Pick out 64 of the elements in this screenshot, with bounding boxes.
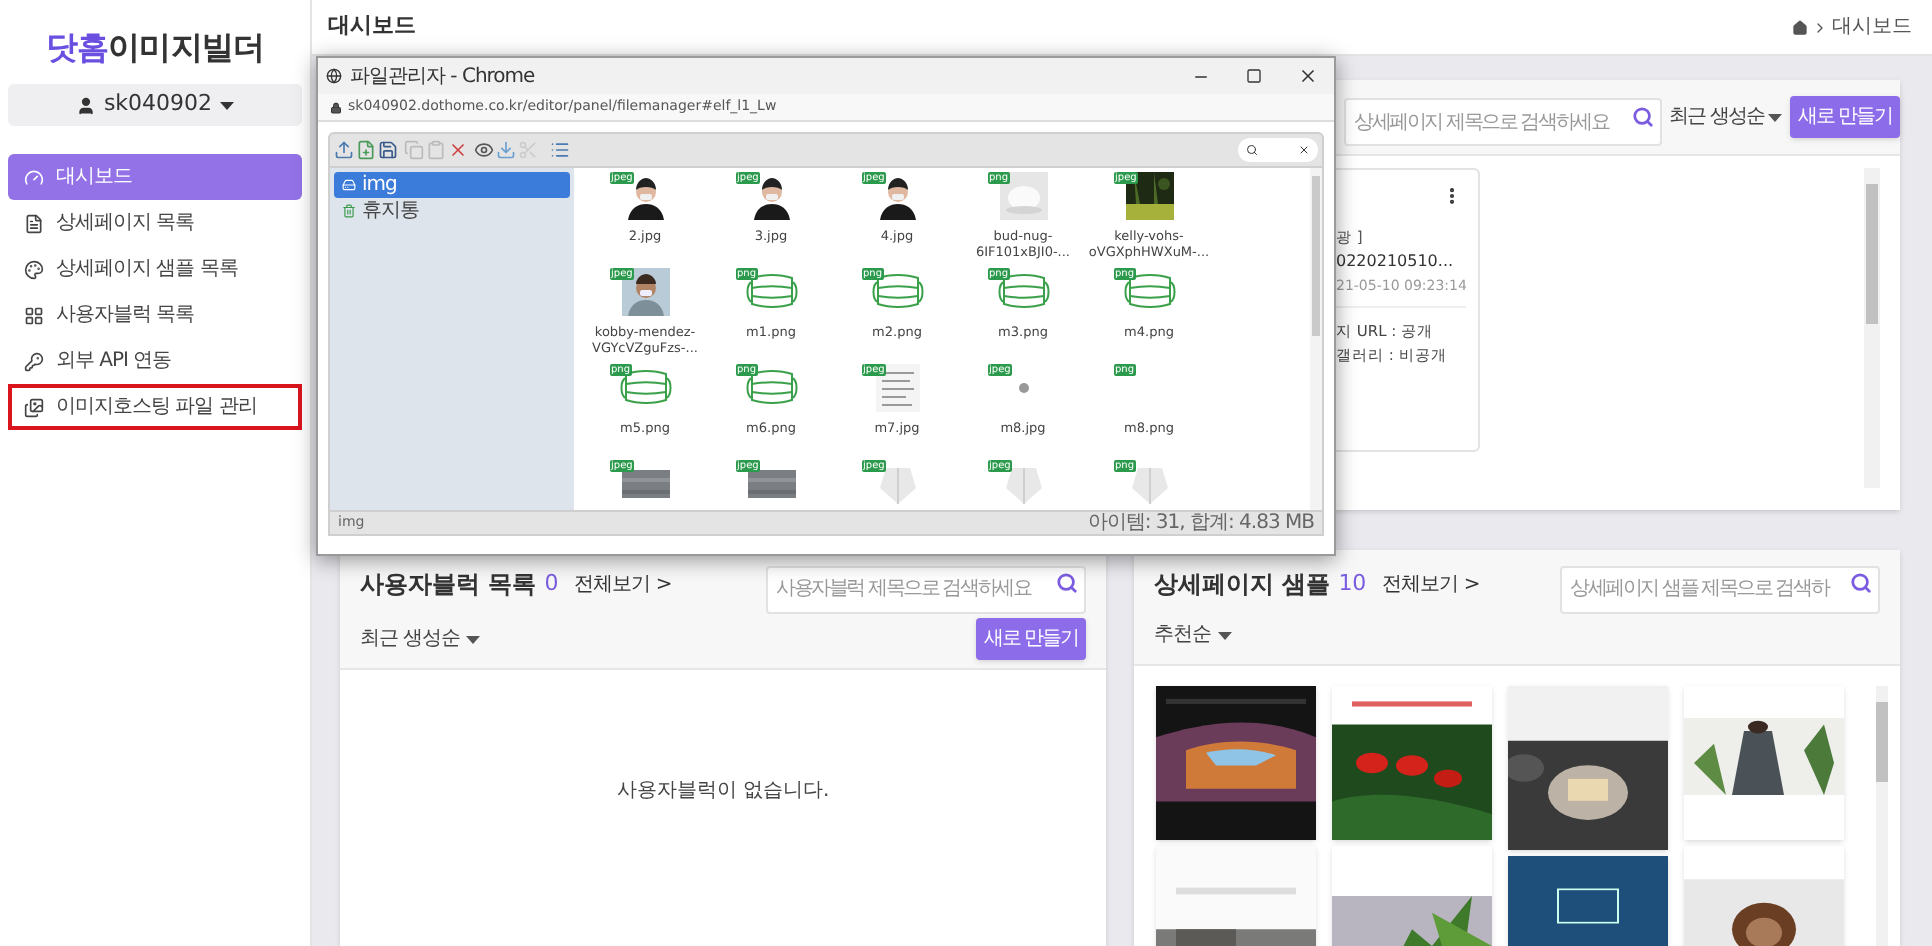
nav-item[interactable]: 상세페이지 목록 [8,200,302,246]
scrollbar[interactable] [1876,686,1888,946]
key-icon [24,351,44,371]
count-text: 10 [1338,567,1367,600]
nav-item[interactable]: 대시보드 [8,154,302,200]
empty-message: 사용자블럭이 없습니다. [616,777,830,805]
view-list-icon[interactable] [550,140,570,160]
gauge-icon [24,167,44,187]
search-field[interactable]: 상세페이지 제목으로 검색하세요 [1344,98,1662,146]
home-icon[interactable] [1792,19,1808,35]
search-icon [1056,572,1078,594]
sort-dropdown[interactable]: 최근 생성순 [1669,102,1782,132]
file-search-field[interactable] [1238,138,1318,162]
card-text: 0220210510... [1336,250,1454,274]
nav-item[interactable]: 상세페이지 샘플 목록 [8,246,302,292]
nav-item[interactable]: 외부 API 연동 [8,338,302,384]
images-icon [24,397,44,417]
search-icon [1246,144,1258,156]
sort-dropdown[interactable]: 추천순 [1154,620,1231,650]
preview-icon[interactable] [474,140,494,160]
trash-icon [342,204,356,218]
scrollbar[interactable] [1310,168,1322,510]
nav-item[interactable]: 이미지호스팅 파일 관리 [8,384,302,430]
search-field[interactable]: 상세페이지 샘플 제목으로 검색하 [1560,565,1880,613]
palette-icon [24,259,44,279]
user-menu-button[interactable]: sk040902 [8,84,302,126]
scrollbar[interactable] [1864,168,1880,488]
maximize-icon[interactable] [1246,68,1262,84]
search-icon [1850,572,1872,594]
globe-icon [326,68,342,84]
view-all-link[interactable]: 전체보기 > [1382,569,1480,599]
grid-icon [24,305,44,325]
panel-title: 상세페이지 샘플 [1154,568,1331,602]
logo: 닷홈이미지빌더 [45,26,265,70]
upload-icon[interactable] [334,140,354,160]
new-file-icon[interactable] [356,140,376,160]
breadcrumb-item: 대시보드 [1832,14,1912,42]
drive-icon [342,178,356,192]
new-button[interactable]: 새로 만들기 [975,618,1086,660]
new-button[interactable]: 새로 만들기 [1789,96,1900,138]
document-icon [24,213,44,233]
lock-icon [330,101,342,113]
caret-icon [220,101,235,109]
view-all-link[interactable]: 전체보기 > [574,569,672,599]
caret-icon [466,635,481,643]
search-icon [1631,105,1654,127]
sort-dropdown[interactable]: 최근 생성순 [360,624,481,654]
clear-icon[interactable] [1298,144,1310,156]
folder-tree-item[interactable]: 휴지통 [334,198,570,224]
caret-icon [1767,113,1782,121]
save-icon[interactable] [378,140,398,160]
user-icon [75,95,96,115]
status-info: 아이템: 31, 합계: 4.83 MB [1087,510,1314,538]
chevron-icon [1812,19,1828,35]
nav-item[interactable]: 사용자블럭 목록 [8,292,302,338]
window-title: 파일관리자 - Chrome [350,63,535,91]
folder-tree-item[interactable]: img [334,172,570,198]
delete-icon[interactable] [448,140,468,160]
panel-title: 사용자블럭 목록 [360,568,537,602]
search-field[interactable]: 사용자블럭 제목으로 검색하세요 [766,565,1086,613]
close-icon[interactable] [1298,66,1318,86]
page-title: 대시보드 [328,10,416,43]
caret-icon [1217,631,1231,639]
count-text: 0 [544,567,559,600]
